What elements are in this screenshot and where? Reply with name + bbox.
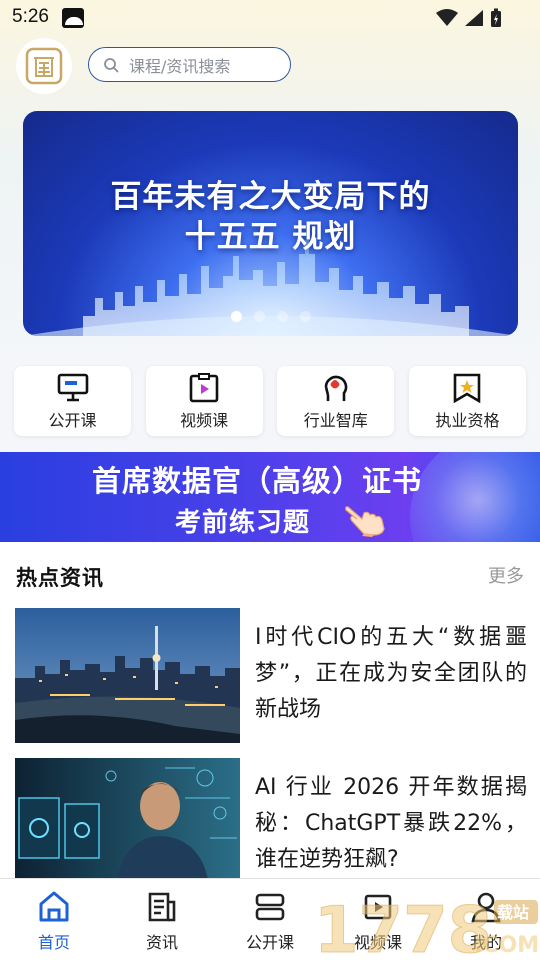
carousel-dot[interactable] [253, 311, 265, 322]
video-icon [360, 889, 396, 925]
hero-banner[interactable]: 百年未有之大变局下的 十五五 规划 [23, 111, 518, 336]
quick-item-label: 公开课 [48, 411, 97, 430]
city-night-skyline-photo [15, 608, 240, 743]
quick-item-think-tank[interactable]: 行业智库 [277, 366, 395, 436]
home-icon [36, 889, 72, 925]
carousel-dot[interactable] [299, 311, 311, 322]
man-at-computer-photo [15, 758, 240, 878]
carousel-indicator [23, 311, 518, 322]
course-stack-icon [252, 889, 288, 925]
status-time: 5:26 [12, 6, 49, 27]
nav-label: 视频课 [353, 933, 402, 952]
news-item[interactable]: AI 行业 2026 开年数据揭秘：ChatGPT暴跌22%，谁在逆势狂飙? [15, 758, 535, 878]
nav-label: 我的 [469, 933, 502, 952]
status-icons [436, 8, 502, 28]
news-icon [144, 889, 180, 925]
presentation-icon [56, 373, 90, 403]
news-thumbnail [15, 758, 240, 878]
nav-label: 公开课 [245, 933, 294, 952]
quick-item-video-course[interactable]: 视频课 [145, 366, 263, 436]
quick-item-label: 视频课 [180, 411, 229, 430]
nav-profile[interactable]: 我的 [432, 879, 540, 960]
news-title: AI 行业 2026 开年数据揭秘：ChatGPT暴跌22%，谁在逆势狂飙? [255, 775, 527, 872]
quick-item-label: 行业智库 [303, 411, 368, 430]
search-icon [104, 57, 119, 72]
battery-icon [491, 8, 501, 27]
hot-news-section: 热点资讯 更多 I时代CIO的五大“数据噩梦”，正在成为安全团队的新战场 AI … [0, 542, 540, 878]
nav-news[interactable]: 资讯 [108, 879, 216, 960]
section-title: 热点资讯 [16, 566, 104, 590]
pointing-hand-icon [345, 506, 385, 537]
person-icon [468, 889, 504, 925]
video-clipboard-icon [187, 373, 221, 403]
signal-icon [465, 10, 483, 26]
promo-title: 首席数据官（高级）证书 [92, 464, 423, 498]
nav-video-course[interactable]: 视频课 [324, 879, 432, 960]
seal-logo-icon [25, 47, 63, 85]
promo-banner[interactable]: 首席数据官（高级）证书 考前练习题 [0, 452, 540, 542]
star-badge-icon [450, 373, 484, 403]
status-bar: 5:26 [0, 0, 540, 36]
nav-label: 首页 [37, 933, 70, 952]
search-placeholder: 课程/资讯搜索 [129, 56, 231, 76]
search-input[interactable]: 课程/资讯搜索 [88, 47, 291, 82]
news-thumbnail [15, 608, 240, 743]
app-logo[interactable] [16, 38, 72, 94]
quick-item-open-course[interactable]: 公开课 [14, 366, 131, 436]
banner-title-line2: 十五五 规划 [184, 219, 357, 255]
notification-app-icon [62, 8, 84, 28]
nav-open-course[interactable]: 公开课 [216, 879, 324, 960]
banner-title-line1: 百年未有之大变局下的 [110, 179, 431, 215]
wifi-icon [436, 9, 458, 26]
nav-home[interactable]: 首页 [0, 879, 108, 960]
quick-item-qualification[interactable]: 执业资格 [408, 366, 526, 436]
news-title: I时代CIO的五大“数据噩梦”，正在成为安全团队的新战场 [255, 625, 527, 722]
more-link[interactable]: 更多 [488, 562, 524, 588]
globe-graphic [410, 452, 540, 542]
carousel-dot[interactable] [276, 311, 288, 322]
quick-item-label: 执业资格 [435, 411, 500, 430]
bottom-navigation: 首页 资讯 公开课 视频课 我的 [0, 878, 540, 960]
promo-subtitle: 考前练习题 [175, 508, 311, 538]
quick-menu: 公开课 视频课 行业智库 执业资格 [14, 366, 526, 436]
nav-label: 资讯 [145, 933, 178, 952]
carousel-dot[interactable] [230, 311, 242, 322]
brain-head-icon [319, 373, 353, 403]
news-item[interactable]: I时代CIO的五大“数据噩梦”，正在成为安全团队的新战场 [15, 608, 535, 744]
